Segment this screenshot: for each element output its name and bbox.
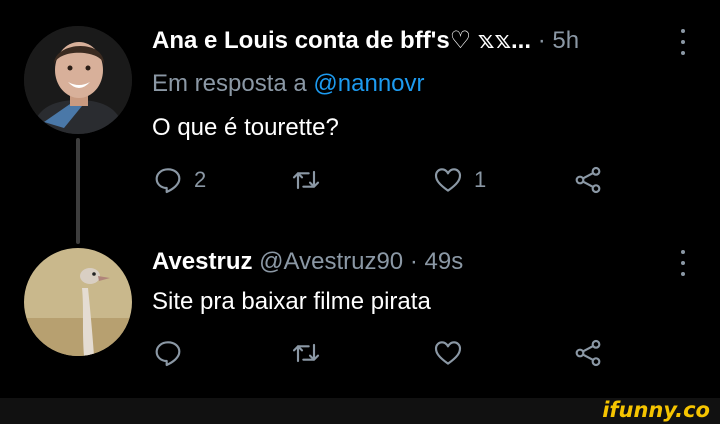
reply-context: Em resposta a @nannovr (152, 70, 425, 98)
share-icon (575, 166, 601, 194)
display-name[interactable]: Avestruz (152, 248, 252, 275)
thread-line (76, 138, 80, 244)
retweet-icon (292, 170, 320, 190)
share-icon (575, 339, 601, 367)
tweet-1[interactable]: Ana e Louis conta de bff's♡ 𝕩𝕩... · 5h E… (0, 0, 720, 244)
tweet-text: O que é tourette? (152, 114, 339, 141)
tweet-header: Ana e Louis conta de bff's♡ 𝕩𝕩... · 5h (152, 26, 579, 55)
action-bar: 2 1 (152, 164, 622, 200)
user-handle[interactable]: @Avestruz90 (259, 248, 403, 275)
retweet-icon (292, 343, 320, 363)
timestamp[interactable]: 5h (552, 27, 579, 54)
avatar[interactable] (24, 26, 132, 134)
reply-mention-link[interactable]: @nannovr (313, 70, 424, 97)
retweet-button[interactable] (290, 337, 332, 369)
watermark-bar: ifunny.co (0, 398, 720, 424)
heart-icon (434, 168, 462, 192)
like-count: 1 (474, 167, 487, 192)
reply-icon (155, 341, 181, 367)
tweet-header: Avestruz @Avestruz90 · 49s (152, 248, 463, 276)
separator: · (409, 248, 418, 275)
reply-count: 2 (194, 167, 207, 192)
display-name[interactable]: Ana e Louis conta de bff's♡ 𝕩𝕩... (152, 27, 531, 54)
action-bar (152, 337, 622, 373)
tweet-2[interactable]: Avestruz @Avestruz90 · 49s Site pra baix… (0, 238, 720, 398)
reply-button[interactable]: 2 (152, 164, 206, 196)
heart-icon (434, 341, 462, 365)
like-button[interactable]: 1 (432, 164, 486, 196)
share-button[interactable] (572, 164, 604, 196)
tweet-text: Site pra baixar filme pirata (152, 288, 431, 315)
like-button[interactable] (432, 337, 474, 369)
ifunny-watermark: ifunny.co (602, 398, 710, 422)
more-options-icon[interactable] (680, 250, 686, 276)
more-options-icon[interactable] (680, 29, 686, 55)
reply-button[interactable] (152, 337, 194, 369)
share-button[interactable] (572, 337, 604, 369)
timestamp[interactable]: 49s (425, 248, 464, 275)
separator: · (537, 27, 546, 54)
reply-icon (155, 168, 181, 194)
reply-prefix: Em resposta a (152, 70, 307, 97)
retweet-button[interactable] (290, 164, 332, 196)
avatar[interactable] (24, 248, 132, 356)
